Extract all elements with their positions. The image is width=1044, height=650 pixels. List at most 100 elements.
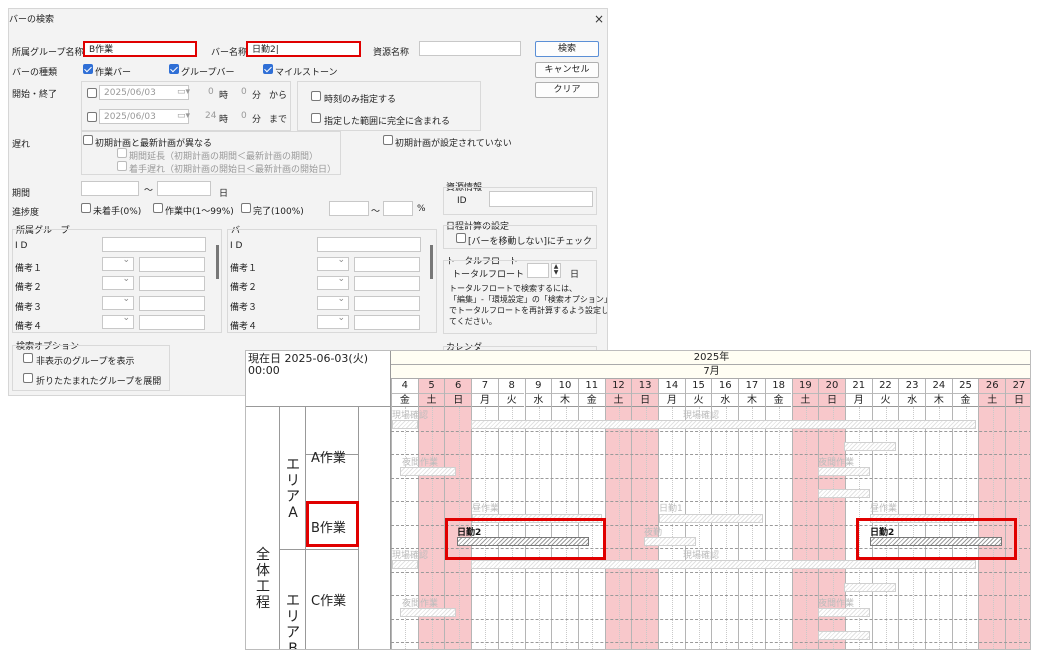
bar-id-input[interactable] bbox=[317, 237, 421, 252]
start-delay-checkbox[interactable] bbox=[117, 161, 127, 171]
dialog-title: バーの検索 bbox=[9, 15, 55, 25]
no-initial-plan-checkbox[interactable] bbox=[383, 135, 393, 145]
fully-in-range-checkbox[interactable] bbox=[311, 113, 321, 123]
period-extension-checkbox[interactable] bbox=[117, 148, 127, 158]
bar-night-work-2[interactable] bbox=[818, 467, 870, 476]
group-remarks3-dropdown[interactable] bbox=[102, 294, 134, 310]
period-tilde: ～ bbox=[144, 186, 154, 196]
dont-move-bar-label: [バーを移動しない]にチェック bbox=[468, 237, 593, 247]
total-float-spinner[interactable]: ▲ ▼ bbox=[551, 263, 561, 278]
bar-site-check-1[interactable] bbox=[392, 420, 418, 429]
day-number: 11 bbox=[585, 380, 599, 391]
bar-remarks2-input[interactable] bbox=[354, 276, 420, 291]
period-extension-label: 期間延長（初期計画の期間＜最新計画の期間） bbox=[129, 152, 319, 162]
bar-remarks4-input[interactable] bbox=[354, 315, 420, 330]
end-checkbox[interactable] bbox=[87, 112, 97, 122]
group-scrollbar[interactable] bbox=[216, 245, 219, 279]
dont-move-bar-checkbox[interactable] bbox=[456, 233, 466, 243]
bar-remarks1-dropdown[interactable] bbox=[317, 255, 349, 271]
area-b-label: エリアB bbox=[286, 593, 300, 650]
total-float-input[interactable] bbox=[527, 263, 549, 278]
group-remarks1-input[interactable] bbox=[139, 257, 205, 272]
group-remarks3-label: 備考３ bbox=[15, 303, 43, 313]
resource-name-input[interactable] bbox=[419, 41, 521, 56]
bar-label-day-shift1: 日勤1 bbox=[659, 504, 683, 514]
bar-site-check-long[interactable] bbox=[471, 420, 976, 429]
milestone-checkbox[interactable] bbox=[263, 64, 273, 74]
bar-c-small-2[interactable] bbox=[818, 631, 870, 640]
start-hour[interactable]: 0 bbox=[208, 87, 214, 97]
period-from-input[interactable] bbox=[81, 181, 139, 196]
bar-site-check-long-2[interactable] bbox=[471, 560, 976, 569]
day-weekday: 金 bbox=[765, 393, 792, 407]
work-a-label[interactable]: A作業 bbox=[311, 447, 346, 466]
bar-remarks1-input[interactable] bbox=[354, 257, 420, 272]
bar-remarks3-input[interactable] bbox=[354, 296, 420, 311]
group-remarks2-input[interactable] bbox=[139, 276, 205, 291]
expand-folded-groups-checkbox[interactable] bbox=[23, 373, 33, 383]
work-c-label[interactable]: C作業 bbox=[311, 590, 346, 609]
day-number: 13 bbox=[638, 380, 652, 391]
period-to-input[interactable] bbox=[157, 181, 211, 196]
progress-from-input[interactable] bbox=[329, 201, 369, 216]
group-remarks4-dropdown[interactable] bbox=[102, 313, 134, 329]
group-bar-checkbox[interactable] bbox=[169, 64, 179, 74]
group-remarks2-dropdown[interactable] bbox=[102, 274, 134, 290]
group-id-input[interactable] bbox=[102, 237, 206, 252]
day-weekday: 月 bbox=[659, 393, 685, 407]
day-weekday: 土 bbox=[979, 393, 1006, 407]
cancel-button[interactable]: キャンセル bbox=[535, 62, 599, 78]
bar-night-work-4[interactable] bbox=[818, 608, 870, 617]
show-hidden-groups-checkbox[interactable] bbox=[23, 353, 33, 363]
bar-night-work-1[interactable] bbox=[400, 467, 456, 476]
calendar-dropdown-icon[interactable]: ▭▾ bbox=[177, 111, 190, 121]
calendar-dropdown-icon[interactable]: ▭▾ bbox=[177, 87, 190, 97]
bar-day-shift1[interactable] bbox=[659, 514, 763, 523]
day-number: 24 bbox=[932, 380, 946, 391]
bar-night-shift[interactable] bbox=[644, 537, 696, 546]
day-number: 20 bbox=[825, 380, 839, 391]
bar-label-day-work-1: 昼作業 bbox=[472, 504, 500, 514]
start-minute[interactable]: 0 bbox=[241, 87, 247, 97]
float-note-line3: でトータルフロートを再計算するよう設定し bbox=[449, 306, 608, 315]
resource-id-input[interactable] bbox=[489, 191, 593, 207]
day-weekday: 木 bbox=[926, 393, 952, 407]
day-number: 10 bbox=[558, 380, 572, 391]
day-number: 27 bbox=[1012, 380, 1026, 391]
time-only-checkbox[interactable] bbox=[311, 91, 321, 101]
bar-remarks4-dropdown[interactable] bbox=[317, 313, 349, 329]
bar-site-check-3[interactable] bbox=[392, 560, 418, 569]
bar-a-small[interactable] bbox=[844, 442, 896, 451]
group-name-input[interactable]: B作業 bbox=[83, 41, 197, 57]
progress-to-input[interactable] bbox=[383, 201, 413, 216]
bar-night-work-3[interactable] bbox=[400, 608, 456, 617]
plan-differs-checkbox[interactable] bbox=[83, 135, 93, 145]
close-icon[interactable]: × bbox=[594, 12, 604, 26]
bar-scrollbar[interactable] bbox=[430, 245, 433, 279]
group-remarks3-input[interactable] bbox=[139, 296, 205, 311]
not-started-checkbox[interactable] bbox=[81, 203, 91, 213]
group-remarks4-input[interactable] bbox=[139, 315, 205, 330]
year-header: 2025年 bbox=[391, 351, 1030, 365]
search-button[interactable]: 検索 bbox=[535, 41, 599, 57]
bar-a-small-2[interactable] bbox=[818, 489, 870, 498]
group-remarks1-dropdown[interactable] bbox=[102, 255, 134, 271]
bar-remarks3-dropdown[interactable] bbox=[317, 294, 349, 310]
bar-name-input[interactable]: 日勤2| bbox=[246, 41, 361, 57]
end-date-input[interactable]: 2025/06/03 bbox=[99, 109, 189, 124]
in-progress-checkbox[interactable] bbox=[153, 203, 163, 213]
bar-type-label: バーの種類 bbox=[12, 68, 58, 78]
end-minute[interactable]: 0 bbox=[241, 111, 247, 121]
progress-label: 進捗度 bbox=[12, 208, 40, 218]
start-checkbox[interactable] bbox=[87, 88, 97, 98]
day-weekday: 日 bbox=[445, 393, 472, 407]
end-hour[interactable]: 24 bbox=[205, 111, 216, 121]
clear-button[interactable]: クリア bbox=[535, 82, 599, 98]
resource-name-label: 資源名称 bbox=[373, 48, 410, 58]
start-date-input[interactable]: 2025/06/03 bbox=[99, 85, 189, 100]
bar-remarks2-dropdown[interactable] bbox=[317, 274, 349, 290]
time-only-label: 時刻のみ指定する bbox=[324, 95, 397, 105]
work-bar-checkbox[interactable] bbox=[83, 64, 93, 74]
completed-checkbox[interactable] bbox=[241, 203, 251, 213]
bar-c-small[interactable] bbox=[844, 583, 896, 592]
